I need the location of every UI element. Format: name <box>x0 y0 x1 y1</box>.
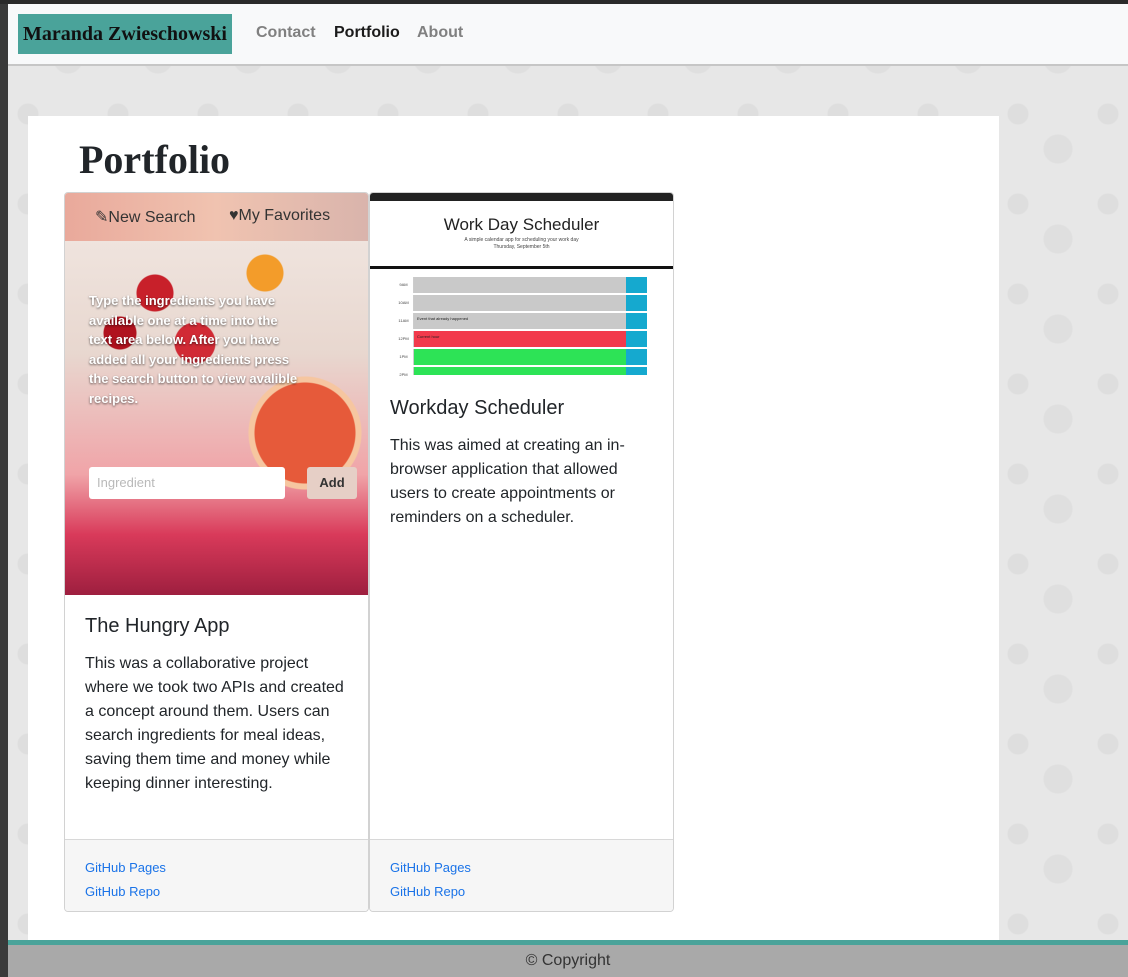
page: Maranda Zwieschowski Contact Portfolio A… <box>8 4 1128 977</box>
card-title: Workday Scheduler <box>390 397 565 419</box>
save-icon <box>626 331 647 347</box>
github-pages-link[interactable]: GitHub Pages <box>390 856 653 880</box>
project-card-hungry-app: ✎New Search ♥My Favorites Type the ingre… <box>64 192 369 912</box>
brand-logo[interactable]: Maranda Zwieschowski <box>18 14 232 54</box>
navbar: Maranda Zwieschowski Contact Portfolio A… <box>8 4 1128 66</box>
scheduler-screenshot[interactable]: Work Day Scheduler A simple calendar app… <box>370 193 673 377</box>
card-body: Workday Scheduler This was aimed at crea… <box>390 397 655 530</box>
github-repo-link[interactable]: GitHub Repo <box>390 880 653 904</box>
card-text: This was a collaborative project where w… <box>85 655 344 792</box>
scheduler-title: Work Day Scheduler <box>443 215 600 234</box>
scheduler-divider <box>370 266 673 269</box>
new-search-label: ✎New Search <box>95 209 196 226</box>
github-repo-link[interactable]: GitHub Repo <box>85 880 348 904</box>
scheduler-subtitle: A simple calendar app for scheduling you… <box>464 237 579 250</box>
nav-link-about[interactable]: About <box>417 24 463 42</box>
pencil-icon: ✎ <box>95 209 109 226</box>
nav-link-contact[interactable]: Contact <box>256 24 316 42</box>
time-block: 12PM Current hour <box>394 331 647 347</box>
favorites-label: ♥My Favorites <box>229 207 331 224</box>
card-text: This was aimed at creating an in-browser… <box>390 437 625 526</box>
footer: © Copyright <box>8 940 1128 977</box>
time-block: 2PM <box>394 367 647 377</box>
page-title: Portfolio <box>79 137 231 182</box>
heart-icon: ♥ <box>229 207 239 224</box>
time-block: 9AM <box>394 277 647 293</box>
card-footer: GitHub Pages GitHub Repo <box>370 839 673 911</box>
github-pages-link[interactable]: GitHub Pages <box>85 856 348 880</box>
hungry-app-navbar: ✎New Search ♥My Favorites <box>65 193 368 241</box>
ingredient-input: Ingredient <box>89 467 285 499</box>
save-icon <box>626 295 647 311</box>
nav-link-portfolio[interactable]: Portfolio <box>334 24 400 42</box>
card-footer: GitHub Pages GitHub Repo <box>65 839 368 911</box>
window-left-edge <box>0 4 8 977</box>
card-body: The Hungry App This was a collaborative … <box>85 615 350 796</box>
portfolio-container: Portfolio ✎New Search ♥My Favorites Type… <box>28 116 999 942</box>
card-title: The Hungry App <box>85 615 230 637</box>
browser-bar <box>370 193 673 201</box>
project-card-workday-scheduler: Work Day Scheduler A simple calendar app… <box>369 192 674 912</box>
save-icon <box>626 367 647 375</box>
add-button: Add <box>307 467 357 499</box>
save-icon <box>626 277 647 293</box>
time-block: 1PM <box>394 349 647 365</box>
save-icon <box>626 349 647 365</box>
save-icon <box>626 313 647 329</box>
time-block: 10AM <box>394 295 647 311</box>
hungry-app-screenshot[interactable]: ✎New Search ♥My Favorites Type the ingre… <box>65 193 368 595</box>
time-block: 11AM Event that already happened <box>394 313 647 329</box>
hungry-app-instructions: Type the ingredients you have available … <box>89 293 298 406</box>
